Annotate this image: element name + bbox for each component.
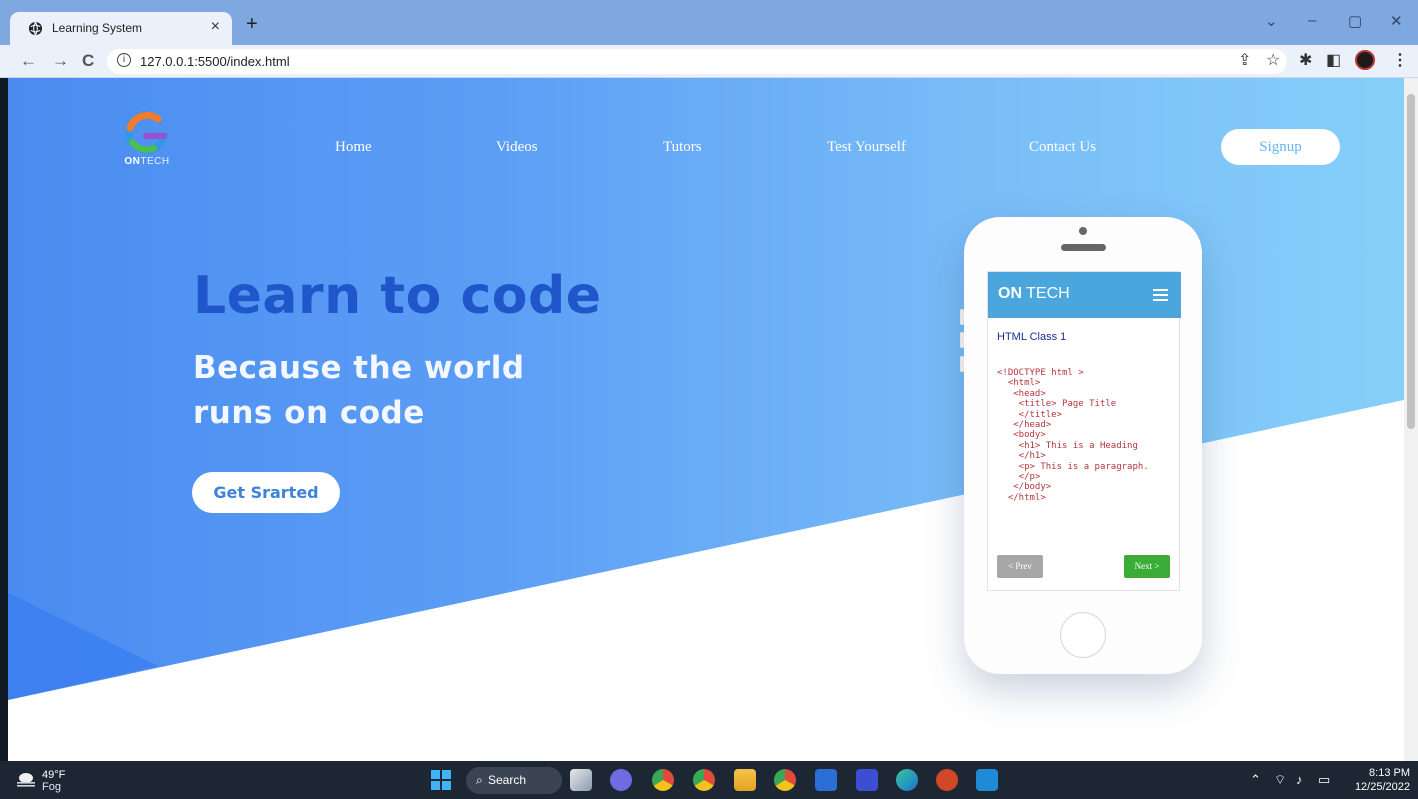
nav-videos[interactable]: Videos [496,139,538,156]
extensions-icon[interactable]: ✱ [1299,50,1312,70]
phone-side-button [960,309,964,325]
taskbar-search[interactable]: ⌕ Search [466,767,562,794]
star-icon[interactable]: ☆ [1266,50,1280,70]
nav-home[interactable]: Home [335,139,372,156]
chat-icon[interactable] [610,769,632,791]
tab-close-icon[interactable]: × [211,18,220,36]
minimize-button[interactable]: – [1308,12,1316,29]
hero-subheadline: Because the world runs on code [193,350,525,431]
chrome-canary-icon[interactable] [693,769,715,791]
start-icon[interactable] [430,769,452,791]
windows-taskbar: 49°F Fog ⌕ Search ⌃ ⌔ ♪ ▭ 8:13 PM 12/25/… [0,761,1418,799]
new-tab-button[interactable]: + [246,14,258,34]
get-started-button[interactable]: Get Srarted [192,472,340,513]
search-icon: ⌕ [476,773,483,787]
prev-button[interactable]: < Prev [997,555,1043,578]
logo-mark-icon [125,110,169,154]
phone-home-button [1060,612,1106,658]
side-panel-icon[interactable]: ◧ [1326,50,1341,70]
phone-app-header: ON TECH [988,272,1181,318]
wifi-icon[interactable]: ⌔ [1274,772,1286,788]
clock-date: 12/25/2022 [1354,781,1410,793]
site-info-icon[interactable]: i [117,53,131,67]
phone-camera [1079,227,1087,235]
back-button[interactable]: ← [20,51,37,71]
hamburger-menu-icon[interactable] [1153,289,1168,301]
clock-time: 8:13 PM [1369,767,1410,779]
url-input[interactable]: i 127.0.0.1:5500/index.html [107,49,1287,74]
phone-side-button [960,332,964,348]
tab-title: Learning System [52,21,143,35]
address-bar-row: ← → C i 127.0.0.1:5500/index.html ⇪ ☆ ✱ … [0,45,1418,78]
share-icon[interactable]: ⇪ [1238,50,1251,70]
lesson-title: HTML Class 1 [997,331,1067,343]
store-icon[interactable] [815,769,837,791]
phone-brand: ON TECH [998,285,1070,302]
battery-icon[interactable]: ▭ [1318,772,1330,788]
ontech-logo[interactable]: ONTECH [118,110,176,170]
vscode-icon[interactable] [976,769,998,791]
tab-strip: Learning System × + ⌄ – ▢ ✕ [0,0,1418,45]
chevron-down-icon[interactable]: ⌄ [1265,12,1278,30]
zoom-like-icon[interactable] [856,769,878,791]
fog-cloud-icon [17,773,35,787]
phone-speaker [1061,244,1106,251]
restore-button[interactable]: ▢ [1348,12,1362,30]
tab-learning-system[interactable]: Learning System × [10,12,232,45]
weather-condition: Fog [42,781,61,793]
logo-wordmark: ONTECH [124,156,170,167]
chrome-icon[interactable] [652,769,674,791]
search-label: Search [488,773,527,787]
reload-button[interactable]: C [82,51,94,71]
next-button[interactable]: Next > [1124,555,1170,578]
code-sample: <!DOCTYPE html > <html> <head> <title> P… [997,368,1149,503]
nav-tutors[interactable]: Tutors [663,139,702,156]
globe-icon [28,21,43,36]
volume-icon[interactable]: ♪ [1296,772,1303,787]
task-view-icon[interactable] [570,769,592,791]
profile-avatar[interactable] [1355,50,1375,70]
page-scrollbar[interactable] [1404,78,1418,761]
phone-side-button [960,356,964,372]
signup-button[interactable]: Signup [1221,129,1340,165]
menu-icon[interactable]: ⋮ [1392,50,1408,70]
phone-screen: ON TECH HTML Class 1 <!DOCTYPE html > <h… [987,271,1181,591]
file-explorer-icon[interactable] [734,769,756,791]
forward-button[interactable]: → [52,51,69,71]
chevron-up-icon[interactable]: ⌃ [1250,772,1261,788]
nav-contact-us[interactable]: Contact Us [1029,139,1096,156]
nav-test-yourself[interactable]: Test Yourself [827,139,906,156]
clock[interactable]: 8:13 PM 12/25/2022 [1340,766,1410,794]
weather-temperature: 49°F [42,769,66,781]
close-window-button[interactable]: ✕ [1390,12,1403,30]
phone-mockup: ON TECH HTML Class 1 <!DOCTYPE html > <h… [960,217,1202,674]
url-text: 127.0.0.1:5500/index.html [140,54,290,69]
powerpoint-icon[interactable] [936,769,958,791]
scrollbar-thumb[interactable] [1407,94,1415,429]
edge-icon[interactable] [896,769,918,791]
chrome-dev-icon[interactable] [774,769,796,791]
hero-headline: Learn to code [193,266,602,326]
web-page: ONTECH Home Videos Tutors Test Yourself … [8,78,1404,761]
